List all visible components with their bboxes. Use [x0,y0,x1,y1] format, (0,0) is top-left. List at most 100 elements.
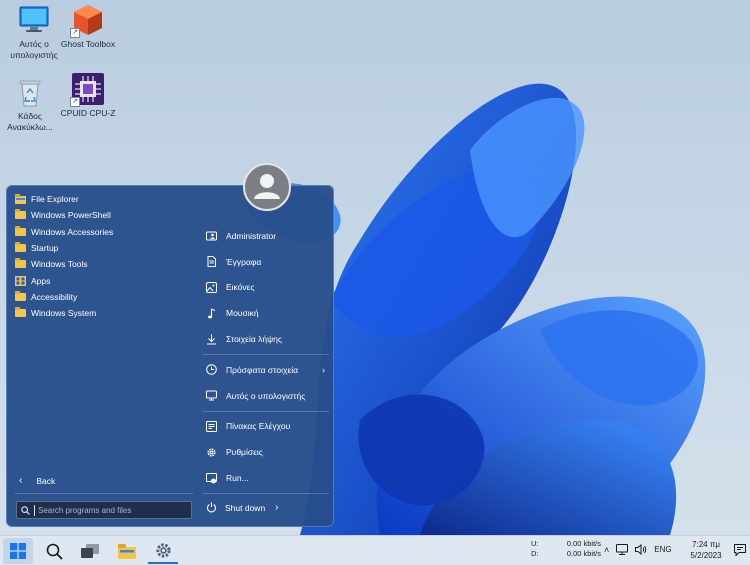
program-item-windows-powershell[interactable]: Windows PowerShell [13,207,193,223]
place-administrator[interactable]: Administrator [203,223,329,249]
place-run[interactable]: Run... [203,465,329,491]
taskbar-settings-button[interactable] [148,538,178,564]
system-tray: ˄ ENG [604,544,672,555]
start-menu: File Explorer Windows PowerShell Windows… [6,163,334,527]
clock-icon [206,364,217,376]
user-avatar[interactable] [243,163,291,211]
shortcut-arrow-icon: ↗ [70,97,80,107]
separator [203,493,329,494]
taskbar: U: 0.00 kbit/s D: 0.00 kbit/s ˄ ENG 7:24… [0,535,750,565]
program-label: Windows Tools [31,259,88,270]
taskbar-file-explorer-button[interactable] [112,538,142,564]
folder-icon [15,242,26,253]
user-icon [254,174,280,199]
desktop-icon-label: Κάδος Ανακύκλω... [7,111,53,132]
place-pictures[interactable]: Εικόνες [203,275,329,301]
user-folder-icon [206,231,217,241]
cube-icon: ↗ [70,3,105,38]
place-downloads[interactable]: Στοιχεία λήψης [203,326,329,352]
program-item-windows-accessories[interactable]: Windows Accessories [13,224,193,240]
back-label: Back [36,475,56,486]
taskbar-search-button[interactable] [39,538,69,564]
control-panel-icon [206,420,217,432]
desktop-icon-recycle-bin[interactable]: Κάδος Ανακύκλω... [0,75,61,133]
task-view-icon [81,544,99,558]
volume-icon[interactable] [635,544,647,555]
upload-label: U: [531,539,539,548]
monitor-icon [206,390,217,401]
apps-grid-icon [15,275,26,286]
program-item-windows-tools[interactable]: Windows Tools [13,256,193,272]
program-label: Windows PowerShell [31,210,111,221]
file-explorer-icon [15,194,26,205]
language-indicator[interactable]: ENG [654,545,671,554]
clock-date: 5/2/2023 [690,551,722,560]
monitor-icon [17,3,51,37]
shutdown-button[interactable]: Shut down › [206,502,279,513]
shutdown-label: Shut down [225,502,266,513]
run-icon [206,472,217,484]
place-label: Ρυθμίσεις [226,447,263,458]
place-label: Αυτός ο υπολογιστής [226,390,306,401]
desktop-icon-label: Αυτός ο υπολογιστής [10,39,58,60]
place-label: Μουσική [226,308,259,319]
place-music[interactable]: Μουσική [203,300,329,326]
power-icon [207,502,216,513]
chevron-right-icon[interactable]: › [275,502,278,513]
gear-icon [207,448,216,457]
desktop-icon-ghost-toolbox[interactable]: ↗ Ghost Toolbox [57,3,119,50]
place-documents[interactable]: Έγγραφα [203,249,329,275]
search-box[interactable] [16,501,192,519]
folder-icon [15,290,26,301]
gear-icon [155,542,171,558]
folder-icon [15,209,26,220]
place-label: Administrator [226,230,277,241]
chevron-up-icon[interactable]: ˄ [604,545,609,555]
place-label: Πρόσφατα στοιχεία [226,364,299,375]
place-control-panel[interactable]: Πίνακας Ελέγχου [203,414,329,440]
network-monitor-icon[interactable] [616,544,629,555]
folder-icon [15,258,26,269]
program-label: Windows Accessories [31,226,114,237]
search-icon [46,543,63,560]
separator [203,410,329,412]
program-item-file-explorer[interactable]: File Explorer [13,191,193,207]
search-input[interactable] [34,504,174,516]
places-list: Administrator Έγγραφα Εικόνες Μουσική Στ… [203,223,329,491]
program-item-accessibility[interactable]: Accessibility [13,289,193,305]
desktop-icon-this-pc[interactable]: Αυτός ο υπολογιστής [3,3,65,61]
place-recent-items[interactable]: Πρόσφατα στοιχεία › [203,357,329,383]
place-label: Run... [226,473,249,484]
notification-icon[interactable] [734,544,746,556]
chevron-left-icon: ‹ [19,475,23,486]
separator [203,353,329,355]
task-view-button[interactable] [75,538,105,564]
clock[interactable]: 7:24 πμ 5/2/2023 [683,539,729,561]
shortcut-arrow-icon: ↗ [70,28,80,38]
desktop-icon-label: Ghost Toolbox [60,39,116,49]
place-this-pc[interactable]: Αυτός ο υπολογιστής [203,383,329,409]
folder-icon [15,307,26,318]
download-value: 0.00 kbit/s [566,549,601,558]
place-label: Εικόνες [226,282,255,293]
picture-icon [206,281,217,293]
chevron-right-icon: › [322,364,325,375]
program-item-apps[interactable]: Apps [13,272,193,288]
place-settings[interactable]: Ρυθμίσεις [203,439,329,465]
download-label: D: [531,549,539,558]
back-button[interactable]: ‹ Back [19,475,55,486]
place-label: Έγγραφα [226,256,262,267]
program-item-windows-system[interactable]: Windows System [13,305,193,321]
separator [15,493,193,494]
program-label: Accessibility [31,291,78,302]
desktop-icon-cpuz[interactable]: ↗ CPUID CPU-Z [57,72,119,119]
search-icon [21,505,30,515]
download-icon [207,334,216,345]
program-item-startup[interactable]: Startup [13,240,193,256]
program-label: Startup [31,243,59,254]
program-label: Windows System [31,308,97,319]
music-note-icon [208,308,216,319]
start-button[interactable] [3,538,33,564]
file-explorer-icon [118,543,136,559]
document-icon [207,256,216,268]
